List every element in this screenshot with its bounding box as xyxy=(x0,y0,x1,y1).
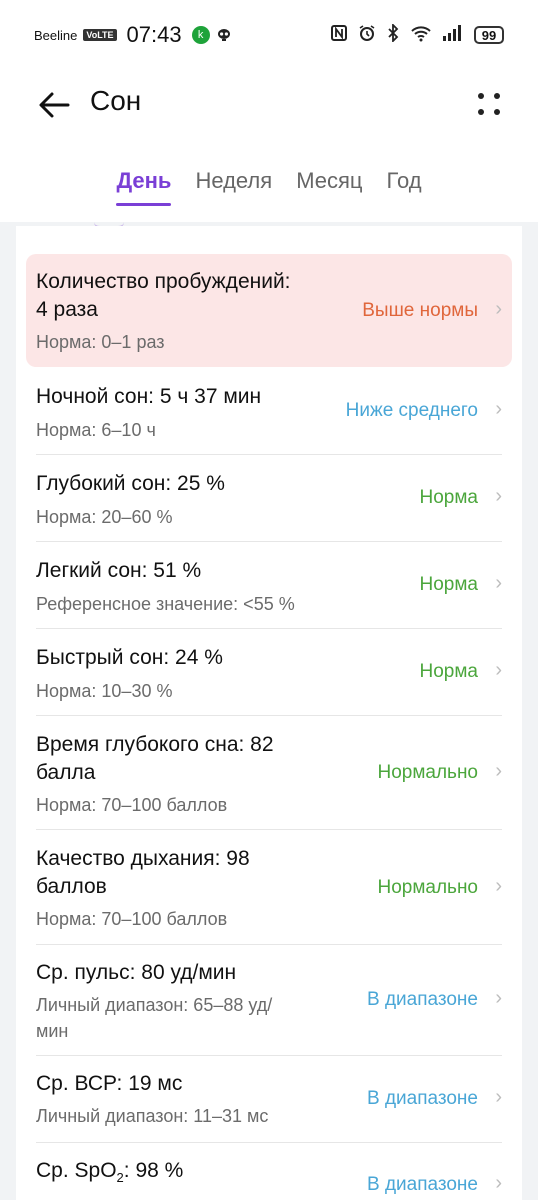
row-title: Качество дыхания: 98 xyxy=(36,847,250,870)
sleep-details-card: Количество пробуждений: 4 раза Норма: 0–… xyxy=(16,226,522,1200)
row-title: Ср. пульс: 80 уд/мин xyxy=(36,961,237,984)
chevron-right-icon: › xyxy=(495,398,502,420)
row-title: Количество пробуждений: xyxy=(36,270,291,293)
row-subtitle: Референсное значение: <55 % xyxy=(36,594,295,614)
chevron-right-icon: › xyxy=(495,760,502,782)
row-title: Быстрый сон: 24 % xyxy=(36,646,223,669)
row-subtitle: Норма: 20–60 % xyxy=(36,507,173,527)
chevron-right-icon: › xyxy=(495,1086,502,1108)
row-subtitle: Норма: 70–100 баллов xyxy=(36,909,228,929)
tab-day[interactable]: День xyxy=(116,168,172,206)
row-subtitle: Норма: 6–10 ч xyxy=(36,420,156,440)
row-title: Ср. ВСР: 19 мс xyxy=(36,1072,183,1095)
status-badge: Выше нормы xyxy=(362,300,478,321)
row-title: Время глубокого сна: 82 xyxy=(36,733,274,756)
wifi-icon xyxy=(410,24,432,47)
row-title-cont: баллов xyxy=(36,875,107,898)
list-item-rem-sleep[interactable]: Быстрый сон: 24 % Норма: 10–30 % Норма › xyxy=(26,629,512,716)
list-item-deep-sleep[interactable]: Глубокий сон: 25 % Норма: 20–60 % Норма … xyxy=(26,455,512,542)
chevron-right-icon: › xyxy=(495,875,502,897)
status-badge: В диапазоне xyxy=(367,1174,478,1195)
status-left: Beeline VoLTE 07:43 k xyxy=(34,22,232,48)
status-badge: Нормально xyxy=(377,762,478,783)
spo2-label: Ср. SpO xyxy=(36,1159,117,1182)
back-arrow-icon xyxy=(39,92,70,118)
status-badge: В диапазоне xyxy=(367,1088,478,1109)
tab-year[interactable]: Год xyxy=(387,168,422,204)
battery-indicator: 99 xyxy=(474,26,504,44)
carrier-name: Beeline xyxy=(34,27,78,43)
chevron-right-icon: › xyxy=(495,485,502,507)
row-subtitle-cont: мин xyxy=(36,1021,69,1041)
clock: 07:43 xyxy=(126,22,182,47)
kaspersky-icon: k xyxy=(191,26,210,44)
row-title: Глубокий сон: 25 % xyxy=(36,472,225,495)
list-item-deep-sleep-continuity[interactable]: Время глубокого сна: 82 балла Норма: 70–… xyxy=(26,716,512,830)
alarm-icon xyxy=(358,24,376,47)
volte-badge: VoLTE xyxy=(83,29,117,41)
spo2-subscript: 2 xyxy=(116,1170,124,1186)
list-item-breathing-quality[interactable]: Качество дыхания: 98 баллов Норма: 70–10… xyxy=(26,830,512,945)
list-item-awakenings[interactable]: Количество пробуждений: 4 раза Норма: 0–… xyxy=(26,254,512,367)
status-badge: Ниже среднего xyxy=(345,400,478,421)
row-title-cont: 4 раза xyxy=(36,298,98,321)
signal-icon xyxy=(442,24,464,47)
tab-month[interactable]: Месяц xyxy=(296,168,362,204)
status-right: 99 xyxy=(330,22,504,47)
status-bar: Beeline VoLTE 07:43 k 99 xyxy=(0,0,538,70)
spo2-value: : 98 % xyxy=(123,1159,184,1182)
status-badge: Норма xyxy=(419,574,478,595)
more-options-button[interactable] xyxy=(474,84,504,124)
back-button[interactable] xyxy=(36,87,72,123)
list-item-avg-heart-rate[interactable]: Ср. пульс: 80 уд/мин Личный диапазон: 65… xyxy=(26,945,512,1056)
row-subtitle: Норма: 0–1 раз xyxy=(36,332,165,352)
chevron-right-icon: › xyxy=(495,572,502,594)
status-badge: Норма xyxy=(419,661,478,682)
list-item-avg-spo2[interactable]: Ср. SpO2: 98 % В диапазоне › xyxy=(26,1143,512,1200)
row-title: Легкий сон: 51 % xyxy=(36,559,202,582)
list-item-light-sleep[interactable]: Легкий сон: 51 % Референсное значение: <… xyxy=(26,542,512,629)
alien-icon xyxy=(216,27,232,43)
tab-week[interactable]: Неделя xyxy=(195,168,272,204)
page-title: Сон xyxy=(90,85,142,116)
status-badge: Норма xyxy=(419,487,478,508)
list-item-night-sleep[interactable]: Ночной сон: 5 ч 37 мин Норма: 6–10 ч Ниж… xyxy=(26,367,512,455)
chevron-right-icon: › xyxy=(495,298,502,320)
row-title: Ср. SpO2: 98 % xyxy=(36,1157,183,1192)
list-item-avg-hrv[interactable]: Ср. ВСР: 19 мс Личный диапазон: 11–31 мс… xyxy=(26,1056,512,1143)
more-dots-icon xyxy=(478,93,500,115)
row-subtitle: Норма: 10–30 % xyxy=(36,681,173,701)
bluetooth-icon xyxy=(386,22,400,47)
nfc-icon xyxy=(330,24,348,47)
chevron-right-icon: › xyxy=(495,659,502,681)
row-subtitle: Норма: 70–100 баллов xyxy=(36,795,228,815)
row-subtitle: Личный диапазон: 11–31 мс xyxy=(36,1106,269,1126)
status-badge: Нормально xyxy=(377,877,478,898)
row-subtitle: Личный диапазон: 65–88 уд/ xyxy=(36,995,273,1015)
status-badge: В диапазоне xyxy=(367,989,478,1010)
row-title-cont: балла xyxy=(36,761,96,784)
chevron-right-icon: › xyxy=(495,1172,502,1194)
period-tabs: День Неделя Месяц Год xyxy=(0,140,538,222)
chevron-right-icon: › xyxy=(495,987,502,1009)
row-title: Ночной сон: 5 ч 37 мин xyxy=(36,385,262,408)
app-header: Сон xyxy=(0,70,538,140)
